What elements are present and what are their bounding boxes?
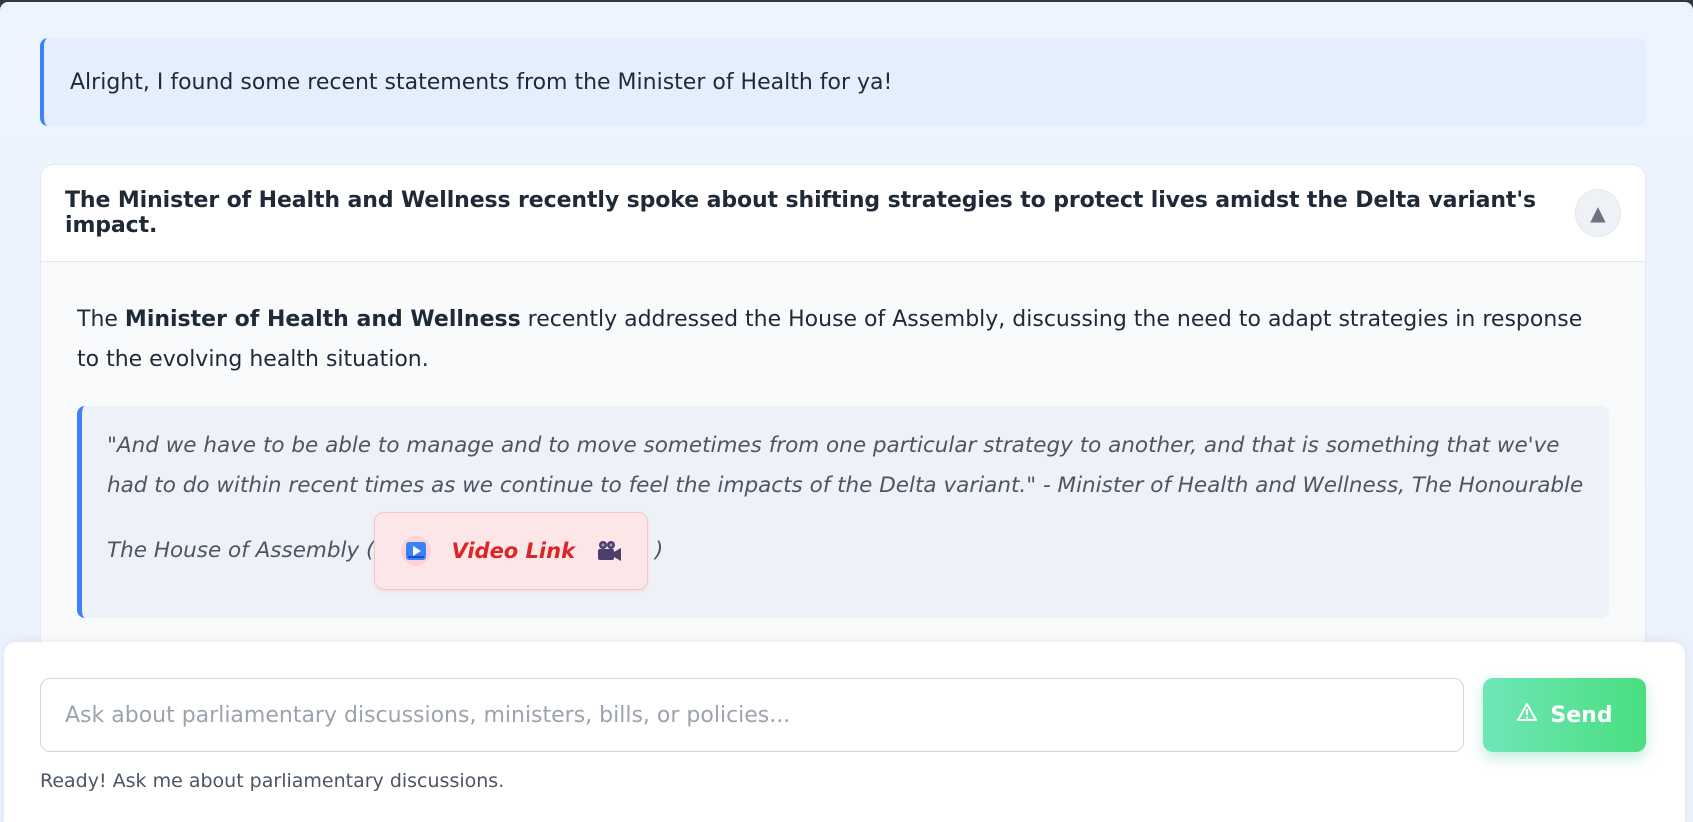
- status-text: Ready! Ask me about parliamentary discus…: [40, 770, 505, 792]
- quote-text: "And we have to be able to manage and to…: [107, 433, 1584, 563]
- send-button-label: Send: [1550, 702, 1613, 728]
- summary-bold: Minister of Health and Wellness: [124, 307, 521, 332]
- video-link-label: Video Link: [451, 539, 576, 563]
- video-link-button[interactable]: Video Link: [374, 512, 649, 590]
- warning-triangle-icon: [1516, 702, 1538, 728]
- result-card: The Minister of Health and Wellness rece…: [40, 164, 1646, 684]
- collapse-toggle-button[interactable]: ▲: [1574, 189, 1621, 237]
- result-summary: The Minister of Health and Wellness rece…: [77, 300, 1609, 380]
- result-card-header[interactable]: The Minister of Health and Wellness rece…: [41, 165, 1645, 262]
- minister-quote: "And we have to be able to manage and to…: [77, 406, 1609, 618]
- send-button[interactable]: Send: [1483, 678, 1646, 752]
- quote-close: ): [648, 538, 664, 563]
- result-card-title: The Minister of Health and Wellness rece…: [65, 188, 1536, 238]
- play-icon: [401, 536, 432, 566]
- bot-message: Alright, I found some recent statements …: [40, 38, 1646, 126]
- composer-bar: Send Ready! Ask me about parliamentary d…: [4, 642, 1685, 822]
- chat-input[interactable]: [40, 678, 1464, 752]
- result-card-body: The Minister of Health and Wellness rece…: [41, 300, 1645, 618]
- bot-message-text: Alright, I found some recent statements …: [70, 69, 893, 95]
- chevron-up-icon: ▲: [1590, 201, 1606, 225]
- chat-app: Alright, I found some recent statements …: [0, 2, 1693, 822]
- movie-camera-icon: [595, 539, 623, 563]
- summary-prefix: The: [77, 307, 125, 332]
